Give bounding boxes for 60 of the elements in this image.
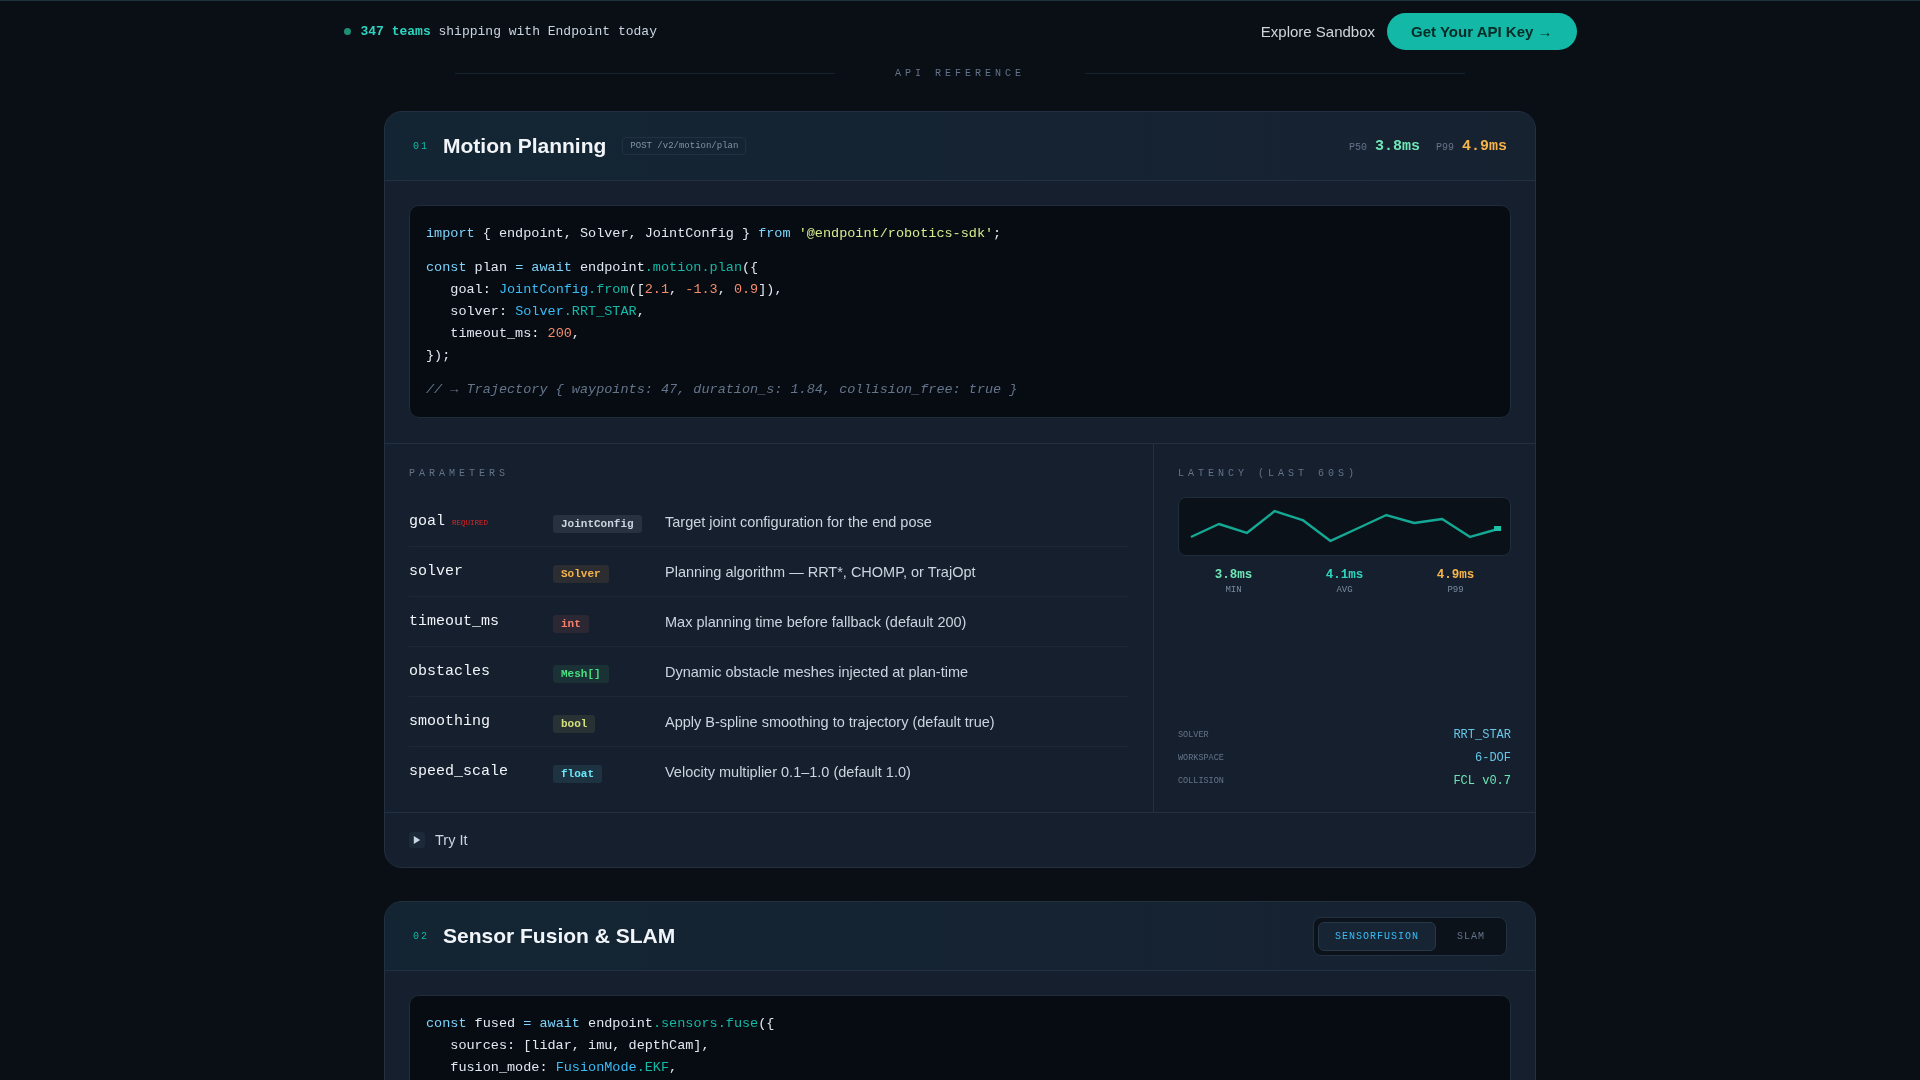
endpoint-title: Motion Planning [443,134,607,158]
status-dot-icon [343,28,351,35]
type-tag: Mesh[] [553,664,609,683]
info-value: RRT_STAR [1453,728,1511,742]
param-description: Velocity multiplier 0.1–1.0 (default 1.0) [665,763,911,780]
type-tag: float [553,764,602,783]
api-key-button[interactable]: Get Your API Key → [1387,13,1577,50]
code-line: // → Trajectory { waypoints: 47, duration_s: 1.84, collision_free: true } [426,381,1019,399]
metric-value: 3.8ms [1374,137,1420,155]
param-name: solver [409,563,463,580]
code-line: sources: [lidar, imu, depthCam], [449,1037,711,1055]
type-tag: int [553,614,589,633]
param-name: speed_scale [409,763,509,780]
section-heading: PARAMETERS [409,468,510,479]
endpoint-number: 01 [413,140,429,152]
endpoint-number: 02 [413,930,429,942]
info-value: FCL v0.7 [1453,774,1511,788]
info-label: SOLVER [1178,730,1209,740]
tab[interactable]: SENSORFUSION [1317,921,1436,951]
code-line: goal: JointConfig.from([2.1, -1.3, 0.9]), [449,281,784,299]
code-line: solver: Solver.RRT_STAR, [449,303,646,321]
section-heading: LATENCY (LAST 60S) [1178,468,1360,479]
explore-sandbox-link[interactable]: Explore Sandbox [1260,23,1376,40]
info-label: COLLISION [1178,776,1224,786]
param-description: Apply B-spline smoothing to trajectory (default true) [665,713,995,730]
code-line: timeout_ms: 200, [449,325,581,343]
stat-label: MIN [1225,585,1242,595]
metric-label: P99 [1435,141,1454,153]
info-value: 6-DOF [1475,751,1511,765]
param-name: goal [409,513,445,530]
section-label: API REFERENCE [895,67,1025,79]
param-description: Dynamic obstacle meshes injected at plan-time [665,663,969,680]
tab[interactable]: SLAM [1440,921,1502,951]
stat-value: 3.8ms [1214,568,1253,582]
code-line: }); [426,347,452,365]
stat-label: P99 [1447,585,1464,595]
param-name: smoothing [409,713,490,730]
param-description: Target joint configuration for the end pose [665,513,932,530]
param-description: Planning algorithm — RRT*, CHOMP, or TrajOpt [665,563,976,580]
play-icon [409,832,425,848]
code-line: fusion_mode: FusionMode.EKF, [449,1059,679,1077]
route-tag: POST /v2/motion/plan [622,137,747,155]
type-tag: Solver [553,564,609,583]
banner-text: 347 teams shipping with Endpoint today [360,24,657,39]
endpoint-title: Sensor Fusion & SLAM [443,924,676,948]
stat-label: AVG [1336,585,1353,595]
stat-value: 4.1ms [1325,568,1364,582]
code-line: const fused = await endpoint.sensors.fuse({ [426,1015,776,1033]
metric-value: 4.9ms [1462,137,1507,155]
try-it-button[interactable]: Try It [409,832,468,848]
param-name: obstacles [409,663,490,680]
param-name: timeout_ms [409,613,499,630]
code-line: import { endpoint, Solver, JointConfig } from '@endpoint/robotics-sdk'; [426,225,1003,243]
stat-value: 4.9ms [1436,568,1475,582]
type-tag: JointConfig [553,514,642,533]
metric-label: P50 [1348,141,1367,153]
code-line: const plan = await endpoint.motion.plan({ [426,259,760,277]
param-description: Max planning time before fallback (default 200) [665,613,967,630]
info-label: WORKSPACE [1178,753,1224,763]
type-tag: bool [553,714,596,733]
